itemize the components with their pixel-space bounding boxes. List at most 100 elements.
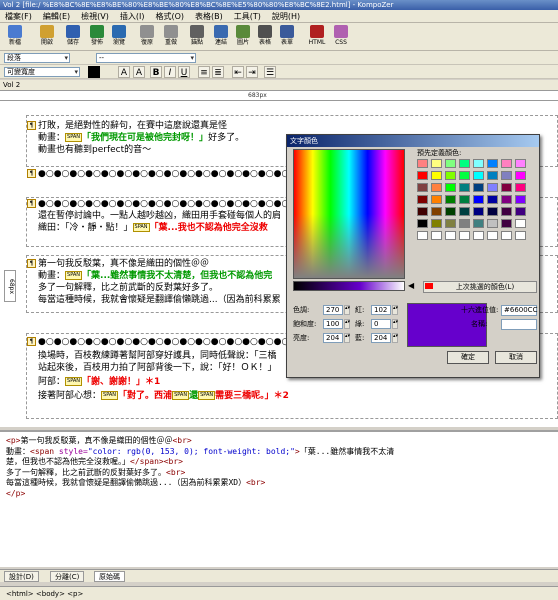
indent-icon[interactable]: ⇥ [246, 66, 258, 78]
toolbar-button-5[interactable]: 復原 [136, 25, 158, 49]
menu-view[interactable]: 檢視(V) [76, 10, 115, 23]
color-swatch[interactable] [515, 207, 526, 216]
color-swatch[interactable] [417, 231, 428, 240]
color-swatch[interactable] [431, 207, 442, 216]
color-swatch[interactable] [487, 183, 498, 192]
toolbar-button-10[interactable]: 表格 [254, 25, 276, 49]
color-swatch[interactable] [473, 195, 484, 204]
color-swatch[interactable] [487, 231, 498, 240]
color-swatch[interactable] [445, 171, 456, 180]
color-swatch[interactable] [431, 231, 442, 240]
color-swatch[interactable] [431, 219, 442, 228]
menu-tools[interactable]: 工具(T) [229, 10, 267, 23]
color-swatch[interactable] [501, 171, 512, 180]
bullet-list-icon[interactable]: ≡ [198, 66, 210, 78]
align-icon[interactable]: ☰ [264, 66, 276, 78]
color-swatch[interactable] [459, 195, 470, 204]
lum-field[interactable]: 204 [323, 333, 343, 343]
color-swatch[interactable] [445, 159, 456, 168]
color-swatch[interactable] [417, 183, 428, 192]
color-swatch[interactable] [459, 159, 470, 168]
toolbar-button-9[interactable]: 圖片 [232, 25, 254, 49]
width-select[interactable]: 可變寬度 [4, 67, 80, 77]
document-tab[interactable]: Vol 2 [0, 80, 558, 91]
luminance-arrow-icon[interactable]: ◀ [408, 281, 414, 290]
menu-format[interactable]: 格式(O) [150, 10, 190, 23]
color-swatch[interactable] [515, 231, 526, 240]
color-swatch[interactable] [459, 171, 470, 180]
color-swatch[interactable] [487, 171, 498, 180]
toolbar-button-6[interactable]: 重做 [160, 25, 182, 49]
color-swatch[interactable] [445, 207, 456, 216]
luminance-bar[interactable] [293, 281, 405, 291]
color-swatch[interactable] [431, 195, 442, 204]
color-swatch[interactable] [431, 183, 442, 192]
italic-button[interactable]: I [164, 66, 176, 78]
menu-help[interactable]: 說明(H) [267, 10, 306, 23]
decrease-font-button[interactable]: A [118, 66, 130, 78]
toolbar-button-2[interactable]: 儲存 [62, 25, 84, 49]
underline-button[interactable]: U [178, 66, 190, 78]
paragraph-style-select[interactable]: 段落 [4, 53, 70, 63]
color-swatch[interactable] [445, 195, 456, 204]
hue-spinner-icon[interactable]: ▴▾ [344, 305, 350, 315]
toolbar-button-12[interactable]: HTML [306, 25, 328, 49]
toolbar-button-3[interactable]: 發佈 [86, 25, 108, 49]
cancel-button[interactable]: 取消 [495, 351, 537, 364]
color-swatch[interactable] [459, 231, 470, 240]
text-color-button[interactable] [88, 66, 100, 78]
font-select[interactable]: -- [96, 53, 196, 63]
hue-field[interactable]: 270 [323, 305, 343, 315]
tab-source[interactable]: 原始碼 [94, 571, 125, 582]
color-swatch[interactable] [515, 195, 526, 204]
hex-input[interactable]: #6600CC [501, 305, 537, 316]
number-list-icon[interactable]: ≣ [212, 66, 224, 78]
color-swatch[interactable] [473, 219, 484, 228]
color-swatch[interactable] [473, 183, 484, 192]
color-swatch[interactable] [501, 231, 512, 240]
color-swatch[interactable] [459, 207, 470, 216]
color-swatch[interactable] [459, 183, 470, 192]
color-swatch[interactable] [445, 183, 456, 192]
color-swatch[interactable] [431, 171, 442, 180]
color-swatch[interactable] [473, 159, 484, 168]
color-swatch[interactable] [501, 159, 512, 168]
color-swatch[interactable] [445, 219, 456, 228]
color-swatch[interactable] [417, 207, 428, 216]
tab-split[interactable]: 分離(C) [50, 571, 85, 582]
tab-design[interactable]: 設計(D) [4, 571, 39, 582]
increase-font-button[interactable]: A [133, 66, 145, 78]
color-swatch[interactable] [417, 219, 428, 228]
name-input[interactable] [501, 319, 537, 330]
status-bar-breadcrumb[interactable]: <html> <body> <p> [0, 586, 558, 600]
color-swatch[interactable] [487, 195, 498, 204]
blue-spinner-icon[interactable]: ▴▾ [392, 333, 398, 343]
color-swatch[interactable] [487, 159, 498, 168]
color-swatch[interactable] [487, 219, 498, 228]
green-spinner-icon[interactable]: ▴▾ [392, 319, 398, 329]
color-swatch[interactable] [501, 195, 512, 204]
bold-button[interactable]: B [150, 66, 162, 78]
red-field[interactable]: 102 [371, 305, 391, 315]
toolbar-button-4[interactable]: 瀏覽 [108, 25, 130, 49]
color-swatch[interactable] [515, 183, 526, 192]
toolbar-button-11[interactable]: 表單 [276, 25, 298, 49]
blue-field[interactable]: 204 [371, 333, 391, 343]
toolbar-button-8[interactable]: 連結 [210, 25, 232, 49]
color-swatch[interactable] [515, 171, 526, 180]
green-field[interactable]: 0 [371, 319, 391, 329]
menu-table[interactable]: 表格(B) [190, 10, 229, 23]
color-swatch[interactable] [473, 207, 484, 216]
menu-edit[interactable]: 編輯(E) [38, 10, 76, 23]
color-swatch[interactable] [487, 207, 498, 216]
color-spectrum[interactable] [293, 149, 405, 279]
menu-insert[interactable]: 插入(I) [115, 10, 151, 23]
color-swatch[interactable] [431, 159, 442, 168]
toolbar-button-13[interactable]: CSS [330, 25, 352, 49]
color-swatch[interactable] [501, 183, 512, 192]
source-code-view[interactable]: <p>第一句我反駁葉，真不像是織田的個性＠＠<br> 動畫：<span styl… [0, 430, 558, 567]
lum-spinner-icon[interactable]: ▴▾ [344, 333, 350, 343]
outdent-icon[interactable]: ⇤ [232, 66, 244, 78]
toolbar-button-7[interactable]: 錨點 [186, 25, 208, 49]
sat-field[interactable]: 100 [323, 319, 343, 329]
